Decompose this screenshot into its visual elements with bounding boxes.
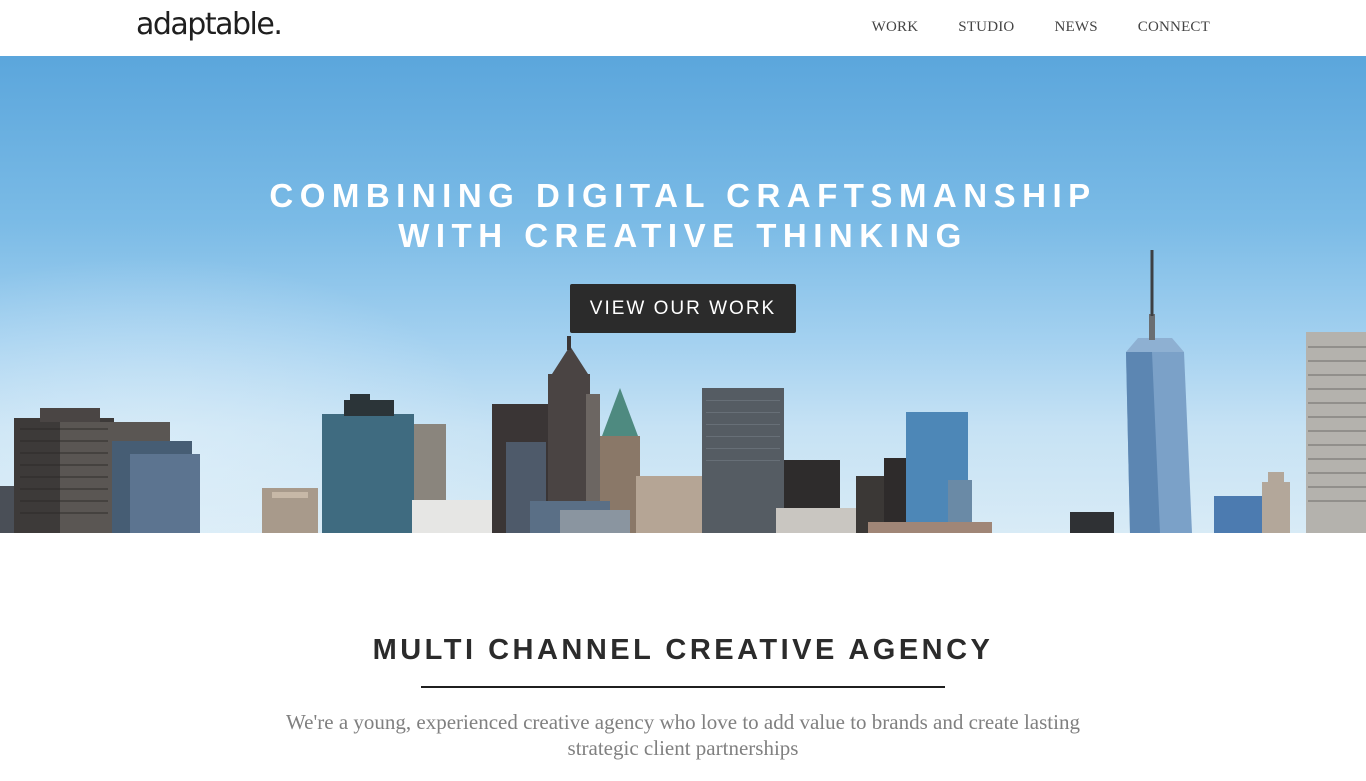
site-header: adaptable. WORK STUDIO NEWS CONNECT (0, 0, 1366, 56)
logo[interactable]: adaptable. (136, 7, 283, 43)
intro-description: We're a young, experienced creative agen… (286, 710, 1080, 760)
hero-heading: COMBINING DIGITAL CRAFTSMANSHIP WITH CRE… (0, 176, 1366, 256)
nav-link-news[interactable]: NEWS (1054, 18, 1097, 36)
hero-section: COMBINING DIGITAL CRAFTSMANSHIP WITH CRE… (0, 56, 1366, 533)
main-nav: WORK STUDIO NEWS CONNECT (872, 18, 1210, 36)
view-our-work-button[interactable]: VIEW OUR WORK (570, 284, 796, 333)
heading-divider (421, 686, 945, 688)
nav-link-studio[interactable]: STUDIO (958, 18, 1014, 36)
hero-heading-line-2: WITH CREATIVE THINKING (398, 217, 968, 254)
nav-link-work[interactable]: WORK (872, 18, 919, 36)
nav-link-connect[interactable]: CONNECT (1138, 18, 1210, 36)
intro-heading: MULTI CHANNEL CREATIVE AGENCY (372, 634, 994, 666)
hero-heading-line-1: COMBINING DIGITAL CRAFTSMANSHIP (269, 177, 1097, 214)
